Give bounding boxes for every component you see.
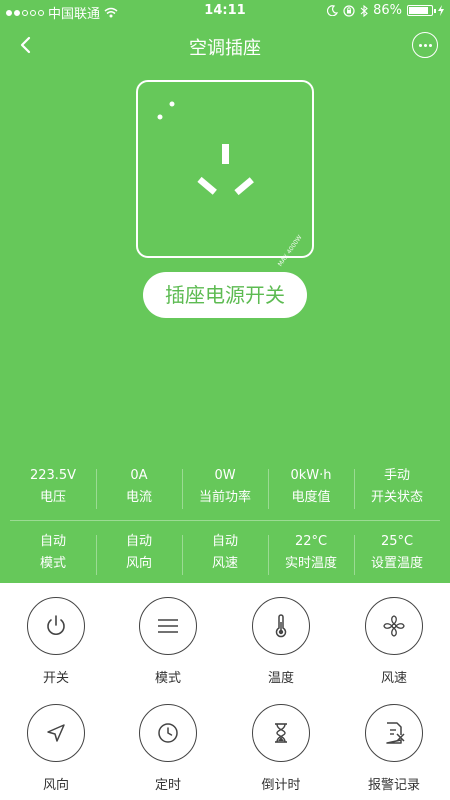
stat-mode: 自动 模式 bbox=[10, 529, 96, 581]
wind-direction-control-button[interactable]: 风向 bbox=[0, 704, 112, 793]
socket-illustration: MAX 4000W bbox=[136, 80, 314, 268]
hourglass-icon bbox=[275, 723, 287, 743]
control-grid: 开关 模式 温度 风速 风向 定时 倒计时 报警记录 bbox=[0, 583, 450, 800]
stat-value: 0W bbox=[214, 468, 236, 483]
charging-icon bbox=[438, 5, 444, 16]
countdown-control-circle[interactable] bbox=[252, 704, 310, 762]
fan-speed-control-circle[interactable] bbox=[365, 597, 423, 655]
stat-value: 25°C bbox=[380, 534, 414, 549]
navigation-arrow-icon bbox=[47, 724, 65, 742]
temperature-control-button[interactable]: 温度 bbox=[225, 597, 337, 686]
menu-lines-icon bbox=[158, 619, 178, 633]
header-panel: 中国联通 14:11 86% 空调插座 MAX 4000W 插座电源开关 223… bbox=[0, 0, 450, 583]
wind-direction-control-circle[interactable] bbox=[27, 704, 85, 762]
status-bar: 中国联通 14:11 86% bbox=[0, 0, 450, 22]
control-label: 倒计时 bbox=[261, 778, 301, 793]
alarm-record-control-circle[interactable] bbox=[365, 704, 423, 762]
nav-bar: 空调插座 bbox=[0, 28, 450, 64]
control-label: 开关 bbox=[42, 671, 69, 686]
more-options-button[interactable] bbox=[412, 32, 438, 58]
control-label: 定时 bbox=[154, 778, 181, 793]
stat-energy: 0kW·h 电度值 bbox=[268, 463, 354, 515]
stats-divider bbox=[10, 520, 440, 521]
dot bbox=[428, 43, 432, 47]
stat-switch-state: 手动 开关状态 bbox=[354, 463, 440, 515]
power-switch-button[interactable]: 插座电源开关 bbox=[143, 272, 307, 318]
dot bbox=[423, 43, 427, 47]
stat-set-temperature: 25°C 设置温度 bbox=[354, 529, 440, 581]
power-control-circle[interactable] bbox=[27, 597, 85, 655]
mode-control-button[interactable]: 模式 bbox=[112, 597, 224, 686]
stat-value: 自动 bbox=[125, 534, 152, 549]
stat-current: 0A 电流 bbox=[96, 463, 182, 515]
stat-voltage: 223.5V 电压 bbox=[10, 463, 96, 515]
control-label: 风向 bbox=[42, 778, 69, 793]
stat-value: 0A bbox=[130, 468, 148, 483]
control-label: 模式 bbox=[154, 671, 181, 686]
power-control-button[interactable]: 开关 bbox=[0, 597, 112, 686]
control-label: 报警记录 bbox=[367, 778, 420, 793]
alarm-record-icon bbox=[386, 722, 405, 744]
temperature-control-circle[interactable] bbox=[252, 597, 310, 655]
socket-holes-icon bbox=[157, 101, 254, 196]
stat-label: 电度值 bbox=[291, 490, 331, 505]
stat-label: 电流 bbox=[125, 490, 152, 505]
battery-icon bbox=[407, 5, 436, 16]
stat-wind-speed: 自动 风速 bbox=[182, 529, 268, 581]
mode-control-circle[interactable] bbox=[139, 597, 197, 655]
status-right: 86% bbox=[327, 3, 444, 18]
stats-row-electrical: 223.5V 电压 0A 电流 0W 当前功率 0kW·h 电度值 手动 开关状… bbox=[10, 463, 440, 515]
thermometer-icon bbox=[275, 614, 287, 638]
app-screen: 中国联通 14:11 86% 空调插座 MAX 4000W 插座电源开关 223… bbox=[0, 0, 450, 800]
stat-wind-direction: 自动 风向 bbox=[96, 529, 182, 581]
stat-value: 0kW·h bbox=[290, 468, 332, 483]
stat-value: 22°C bbox=[294, 534, 328, 549]
stat-label: 风速 bbox=[211, 556, 238, 571]
stats-row-ac: 自动 模式 自动 风向 自动 风速 22°C 实时温度 25°C 设置温度 bbox=[10, 529, 440, 581]
stat-label: 电压 bbox=[39, 490, 66, 505]
stat-value: 自动 bbox=[211, 534, 238, 549]
control-label: 风速 bbox=[380, 671, 407, 686]
rotation-lock-icon bbox=[343, 4, 355, 17]
stat-label: 实时温度 bbox=[284, 556, 337, 571]
stat-value: 手动 bbox=[383, 468, 410, 483]
control-label: 温度 bbox=[267, 671, 294, 686]
stat-power: 0W 当前功率 bbox=[182, 463, 268, 515]
stat-label: 当前功率 bbox=[198, 490, 251, 505]
stat-current-temperature: 22°C 实时温度 bbox=[268, 529, 354, 581]
stats-panel: 223.5V 电压 0A 电流 0W 当前功率 0kW·h 电度值 手动 开关状… bbox=[10, 463, 440, 581]
alarm-record-control-button[interactable]: 报警记录 bbox=[338, 704, 450, 793]
battery-percent: 86% bbox=[373, 3, 402, 18]
stat-label: 模式 bbox=[39, 556, 66, 571]
timer-control-button[interactable]: 定时 bbox=[112, 704, 224, 793]
bluetooth-icon bbox=[360, 4, 368, 17]
stat-label: 设置温度 bbox=[370, 556, 423, 571]
power-icon bbox=[47, 615, 65, 635]
countdown-control-button[interactable]: 倒计时 bbox=[225, 704, 337, 793]
stat-label: 开关状态 bbox=[370, 490, 423, 505]
stat-value: 223.5V bbox=[29, 468, 77, 483]
moon-icon bbox=[327, 5, 339, 16]
fan-icon bbox=[383, 615, 405, 637]
page-title: 空调插座 bbox=[189, 38, 261, 59]
fan-speed-control-button[interactable]: 风速 bbox=[338, 597, 450, 686]
clock-icon bbox=[158, 723, 178, 743]
dot bbox=[418, 43, 422, 47]
stat-label: 风向 bbox=[125, 556, 152, 571]
timer-control-circle[interactable] bbox=[139, 704, 197, 762]
stat-value: 自动 bbox=[39, 534, 66, 549]
